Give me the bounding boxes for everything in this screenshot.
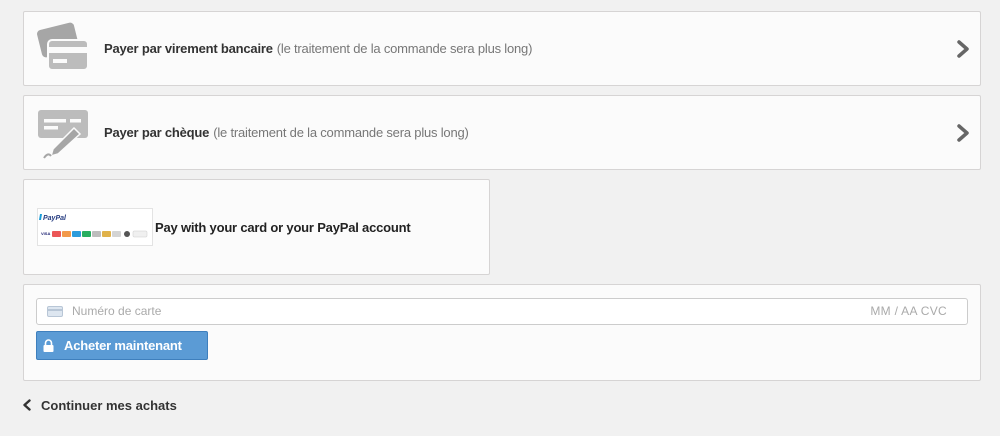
paypal-logo: PayPal VISA (37, 208, 153, 246)
cheque-label: Payer par chèque (le traitement de la co… (104, 96, 469, 169)
bankwire-note: (le traitement de la commande sera plus … (276, 41, 533, 56)
chevron-right-icon (957, 124, 969, 142)
cheque-note: (le traitement de la commande sera plus … (213, 125, 469, 140)
chevron-left-icon (23, 399, 31, 411)
paypal-label: Pay with your card or your PayPal accoun… (155, 219, 411, 235)
payment-option-bankwire[interactable]: Payer par virement bancaire (le traiteme… (23, 11, 981, 86)
chevron-right-icon (957, 40, 969, 58)
bankwire-title: Payer par virement bancaire (104, 41, 273, 56)
card-payment-form: Numéro de carte MM / AA CVC Acheter main… (23, 284, 981, 381)
cheque-icon (38, 110, 88, 159)
buy-now-label: Acheter maintenant (64, 338, 182, 353)
card-number-placeholder: Numéro de carte (72, 304, 162, 318)
payment-option-paypal[interactable]: PayPal VISA Pay with your card or your P… (23, 179, 490, 275)
visa-mark: VISA (41, 231, 50, 236)
expiry-cvc-placeholder[interactable]: MM / AA CVC (870, 299, 947, 324)
continue-shopping-link[interactable]: Continuer mes achats (22, 396, 177, 414)
paypal-cards-image: PayPal VISA (39, 214, 148, 238)
cheque-title: Payer par chèque (104, 125, 210, 140)
continue-shopping-label: Continuer mes achats (41, 397, 177, 413)
card-number-input[interactable]: Numéro de carte MM / AA CVC (36, 298, 968, 325)
bank-card-icon (37, 22, 89, 71)
credit-card-icon (47, 306, 63, 317)
payment-option-cheque[interactable]: Payer par chèque (le traitement de la co… (23, 95, 981, 170)
paypal-wordmark: PayPal (43, 215, 67, 222)
bankwire-label: Payer par virement bancaire (le traiteme… (104, 12, 532, 85)
buy-now-button[interactable]: Acheter maintenant (36, 331, 208, 360)
lock-icon (43, 339, 54, 352)
